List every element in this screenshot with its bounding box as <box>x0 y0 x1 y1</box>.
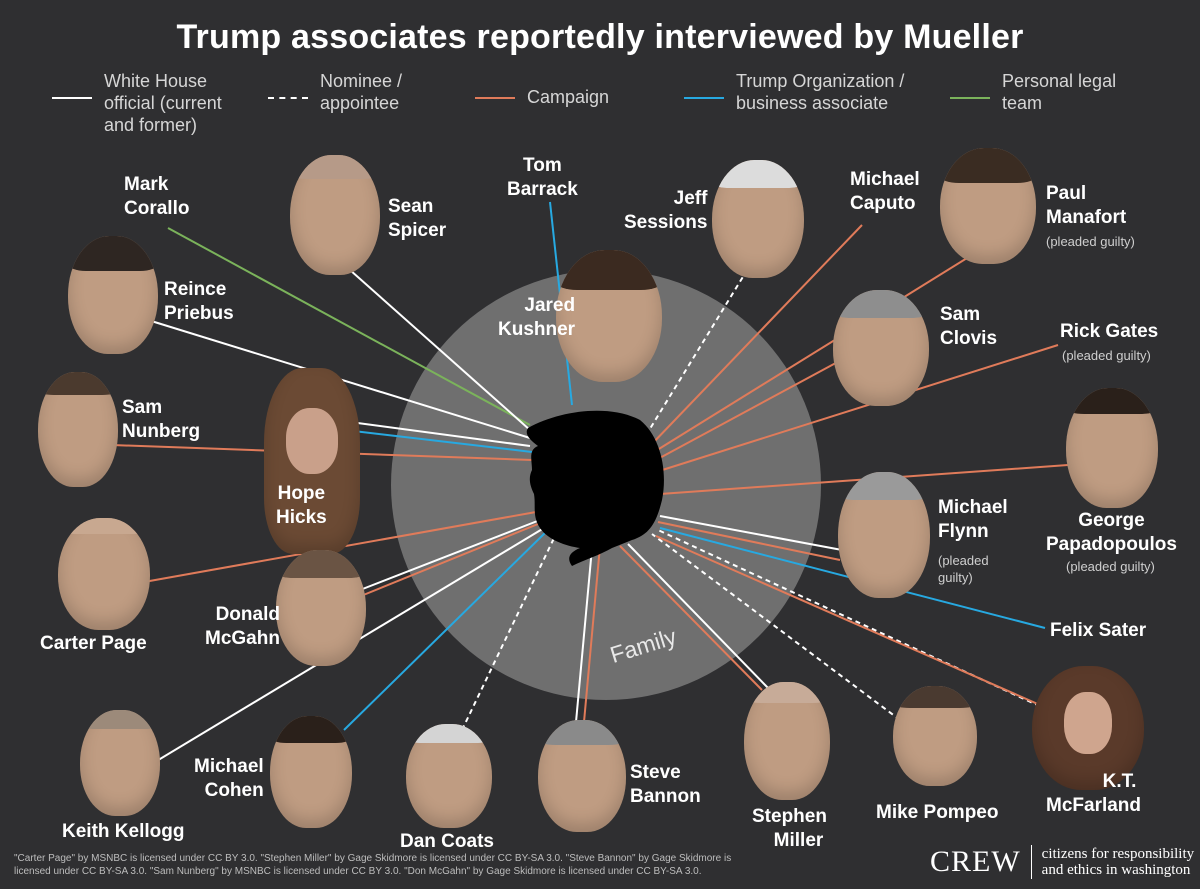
legend-swatch-solid-white <box>52 97 92 99</box>
dan-coats-photo <box>406 724 492 828</box>
legend-swatch-campaign <box>475 97 515 99</box>
paul-manafort-name: Paul Manafort <box>1046 183 1127 228</box>
michael-caputo-name: Michael Caputo <box>850 169 920 214</box>
carter-page-name: Carter Page <box>40 633 147 654</box>
legend-business: Trump Organization / business associate <box>684 70 906 114</box>
mike-pompeo-photo <box>893 686 977 786</box>
legend-swatch-dashed-white <box>268 97 308 99</box>
image-credits: "Carter Page" by MSNBC is licensed under… <box>14 853 732 877</box>
legend-nominee: Nominee / appointee <box>268 70 416 114</box>
michael-cohen-name: Michael Cohen <box>194 756 264 801</box>
mark-corallo-name: Mark Corallo <box>124 174 190 219</box>
legend-legal: Personal legal team <box>950 70 1122 114</box>
legend-label: Campaign <box>527 87 610 107</box>
george-papadopoulos-note: (pleaded guilty) <box>1066 559 1155 574</box>
steve-bannon-name: Steve Bannon <box>630 762 701 807</box>
stephen-miller-name: Stephen Miller <box>752 806 827 851</box>
crew-tagline: citizens for responsibility and ethics in… <box>1041 846 1195 878</box>
legend-label: Trump Organization / business associate <box>736 71 905 113</box>
dan-coats-name: Dan Coats <box>400 831 494 852</box>
sam-nunberg-name: Sam Nunberg <box>122 397 201 442</box>
legend-swatch-business <box>684 97 724 99</box>
legend-label: White House official (current and former… <box>104 71 222 135</box>
crew-logo: CREW citizens for responsibility and ethi… <box>930 845 1194 879</box>
donald-mcgahn-photo <box>276 550 366 666</box>
legend-white-house: White House official (current and former… <box>52 70 234 136</box>
michael-flynn-photo <box>838 472 930 598</box>
michael-flynn-note: (pleaded guilty) <box>938 553 989 585</box>
sam-clovis-photo <box>833 290 929 406</box>
legend-campaign: Campaign <box>475 70 627 108</box>
keith-kellogg-photo <box>80 710 160 816</box>
sean-spicer-photo <box>290 155 380 275</box>
hope-hicks-name: Hope Hicks <box>276 483 327 528</box>
legend-label: Personal legal team <box>1002 71 1117 113</box>
crew-wordmark: CREW <box>930 845 1032 879</box>
michael-flynn-name: Michael Flynn <box>938 497 1008 542</box>
kt-mcfarland-name: K.T. McFarland <box>1046 771 1142 816</box>
steve-bannon-photo <box>538 720 626 832</box>
george-papadopoulos-photo <box>1066 388 1158 508</box>
sam-clovis-name: Sam Clovis <box>940 304 998 349</box>
paul-manafort-note: (pleaded guilty) <box>1046 234 1135 249</box>
felix-sater-name: Felix Sater <box>1050 620 1147 641</box>
jeff-sessions-name: Jeff Sessions <box>624 188 708 233</box>
mike-pompeo-name: Mike Pompeo <box>876 802 999 823</box>
keith-kellogg-name: Keith Kellogg <box>62 821 185 842</box>
rick-gates-name: Rick Gates <box>1060 321 1159 342</box>
carter-page-photo <box>58 518 150 630</box>
sean-spicer-name: Sean Spicer <box>388 196 447 241</box>
stephen-miller-photo <box>744 682 830 800</box>
donald-mcgahn-name: Donald McGahn <box>205 604 280 649</box>
reince-priebus-photo <box>68 236 158 354</box>
rick-gates-note: (pleaded guilty) <box>1062 348 1151 363</box>
tom-barrack-name: Tom Barrack <box>507 155 578 200</box>
page-title: Trump associates reportedly interviewed … <box>176 18 1024 56</box>
sam-nunberg-photo <box>38 372 118 487</box>
michael-cohen-photo <box>270 716 352 828</box>
reince-priebus-name: Reince Priebus <box>164 279 234 324</box>
george-papadopoulos-name: George Papadopoulos <box>1046 510 1177 555</box>
legend-swatch-legal <box>950 97 990 99</box>
jared-kushner-name: Jared Kushner <box>498 295 576 340</box>
legend-label: Nominee / appointee <box>320 71 403 113</box>
paul-manafort-photo <box>940 148 1036 264</box>
jeff-sessions-photo <box>712 160 804 278</box>
